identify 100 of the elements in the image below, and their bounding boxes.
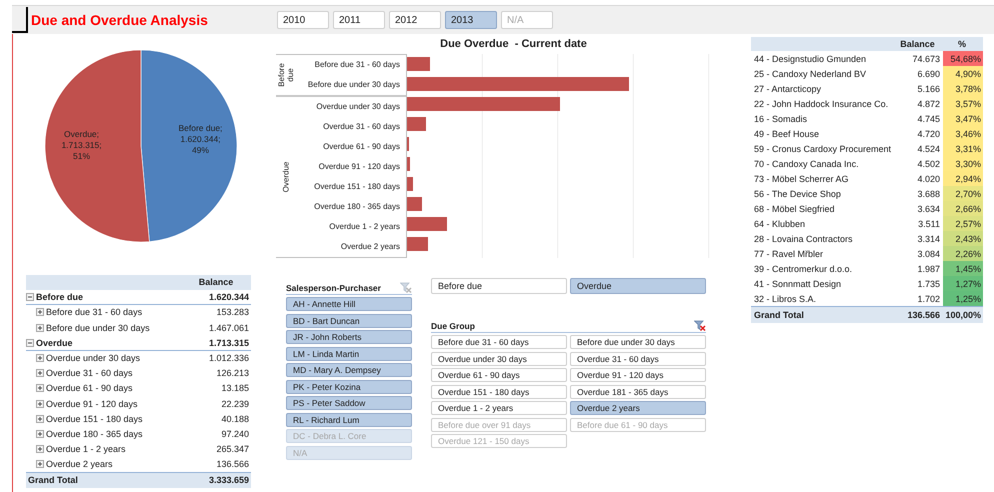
clear-filter-icon[interactable]	[694, 320, 706, 331]
group-label: Overdue	[282, 160, 290, 194]
table-cell-text: 4.020	[916, 174, 941, 184]
expand-icon[interactable]	[36, 460, 44, 468]
table-cell-text: 22.239	[221, 398, 250, 409]
expand-icon[interactable]	[36, 354, 44, 362]
table-cell-text: 40.188	[221, 414, 250, 424]
year-button[interactable]: 2013	[445, 11, 497, 29]
category-label: Overdue 91 - 120 days	[318, 161, 401, 173]
expand-icon[interactable]	[36, 308, 44, 316]
table-cell-text: 25 - Candoxy Nederland BV	[753, 68, 868, 78]
year-button[interactable]: 2012	[389, 11, 441, 29]
column-header: %	[956, 38, 967, 51]
table-cell-text: 126.213	[216, 368, 250, 378]
row-label: Overdue 91 - 120 days	[46, 398, 138, 409]
table-cell-text: 56 - The Device Shop	[753, 188, 842, 198]
slicer-item[interactable]: RL - Richard Lum	[286, 412, 412, 426]
bar	[407, 117, 426, 131]
column-header: Balance	[198, 277, 234, 288]
bar	[407, 157, 410, 171]
percent-cell: 2,66%	[943, 201, 983, 216]
table-cell-text: 59 - Cronus Cardoxy Procurement	[753, 144, 892, 154]
percent-cell: 3,57%	[943, 96, 983, 111]
year-button[interactable]: 2010	[277, 11, 329, 29]
percent-cell: 2,94%	[943, 171, 983, 186]
category-label: Overdue 61 - 90 days	[322, 141, 401, 153]
slicer-item[interactable]: Overdue 31 - 60 days	[570, 352, 706, 366]
table-cell-text: 74.673	[911, 54, 941, 64]
table-cell-text: 73 - Möbel Scherrer AG	[753, 174, 850, 184]
table-cell-text: 100,00%	[944, 309, 982, 322]
slicer-item[interactable]: Overdue	[570, 278, 706, 294]
percent-cell: 3,46%	[943, 126, 983, 141]
slicer-item[interactable]: Overdue 61 - 90 days	[431, 368, 567, 382]
report-title: Due and Overdue Analysis	[31, 12, 209, 28]
expand-icon[interactable]	[36, 414, 44, 423]
slicer-item[interactable]: MD - Mary A. Dempsey	[286, 363, 412, 377]
expand-icon[interactable]	[36, 445, 44, 454]
percent-cell: 3,47%	[943, 111, 983, 126]
table-cell-text: 3.634	[916, 204, 941, 214]
category-label: Overdue 180 - 365 days	[313, 201, 401, 213]
table-cell-text: 77 - Ravel Mřbler	[753, 248, 824, 258]
expand-icon[interactable]	[36, 369, 44, 378]
percent-cell: 1,27%	[943, 276, 983, 291]
table-cell-text: 4.745	[916, 114, 941, 124]
slice-label: Overdue; 1.713.315; 51%	[60, 128, 103, 162]
row-label: Overdue	[36, 338, 73, 348]
percent-cell: 3,78%	[943, 81, 983, 96]
expand-icon[interactable]	[36, 400, 44, 408]
collapse-icon[interactable]	[26, 293, 34, 302]
slicer-item[interactable]: Overdue 91 - 120 days	[570, 368, 706, 382]
table-cell-text: 32 - Libros S.A.	[753, 294, 818, 304]
slicer-item[interactable]: PK - Peter Kozina	[286, 380, 412, 394]
slicer-item[interactable]: Overdue 151 - 180 days	[431, 384, 567, 398]
category-label: Before due under 30 days	[306, 79, 401, 91]
percent-cell: 2,57%	[943, 216, 983, 231]
slicer-item[interactable]: AH - Annette Hill	[286, 297, 412, 311]
table-cell-text: 64 - Klubben	[753, 218, 806, 228]
slicer-item[interactable]: Before due	[431, 278, 567, 294]
bar	[407, 217, 448, 231]
table-cell-text: 153.283	[216, 307, 250, 318]
row-label: Overdue under 30 days	[46, 353, 140, 364]
table-cell-text: 44 - Designstudio Gmunden	[753, 54, 868, 64]
slicer-item[interactable]: JR - John Roberts	[286, 330, 412, 344]
percent-cell: 3,31%	[943, 141, 983, 156]
row-label: Grand Total	[753, 310, 805, 320]
slice-label: Before due; 1.620.344; 49%	[177, 123, 224, 156]
slicer-item[interactable]: Before due under 30 days	[570, 335, 706, 349]
percent-cell: 2,43%	[943, 231, 983, 246]
table-cell-text: 27 - Antarcticopy	[753, 84, 822, 94]
table-cell-text: 49 - Beef House	[753, 128, 820, 138]
slicer-item[interactable]: Overdue 181 - 365 days	[570, 384, 706, 398]
collapse-icon[interactable]	[26, 338, 34, 347]
expand-icon[interactable]	[36, 430, 44, 438]
table-cell-text: 1.713.315	[208, 338, 250, 348]
table-cell-text: 1.467.061	[208, 322, 250, 333]
category-label: Before due 31 - 60 days	[314, 59, 401, 71]
slicer-item[interactable]: Before due 31 - 60 days	[431, 335, 567, 349]
row-label: Overdue 61 - 90 days	[46, 383, 133, 394]
row-label: Overdue 31 - 60 days	[46, 368, 133, 378]
category-label: Overdue 31 - 60 days	[322, 121, 401, 133]
slicer-item[interactable]: Overdue 1 - 2 years	[431, 401, 567, 415]
group-label: Before due	[277, 62, 295, 89]
category-label: Overdue 2 years	[340, 241, 401, 253]
table-cell-text: 1.735	[916, 278, 941, 288]
table-cell-text: 4.524	[916, 144, 941, 154]
table-cell-text: 41 - Sonnmatt Design	[753, 278, 842, 288]
slicer-item[interactable]: LM - Linda Martin	[286, 346, 412, 360]
table-cell-text: 70 - Candoxy Canada Inc.	[753, 158, 860, 168]
slicer-item[interactable]: Overdue 2 years	[570, 401, 706, 415]
percent-cell: 3,30%	[943, 156, 983, 171]
slicer-item[interactable]: Overdue under 30 days	[431, 352, 567, 366]
bar	[407, 197, 422, 211]
expand-icon[interactable]	[36, 324, 44, 332]
table-cell-text: 1.702	[916, 294, 941, 304]
table-cell-text: 4.502	[916, 158, 941, 168]
expand-icon[interactable]	[36, 384, 44, 392]
slicer-item[interactable]: PS - Peter Saddow	[286, 396, 412, 410]
year-button[interactable]: 2011	[333, 11, 385, 29]
table-cell-text: 1.620.344	[208, 292, 250, 302]
slicer-item[interactable]: BD - Bart Duncan	[286, 314, 412, 328]
